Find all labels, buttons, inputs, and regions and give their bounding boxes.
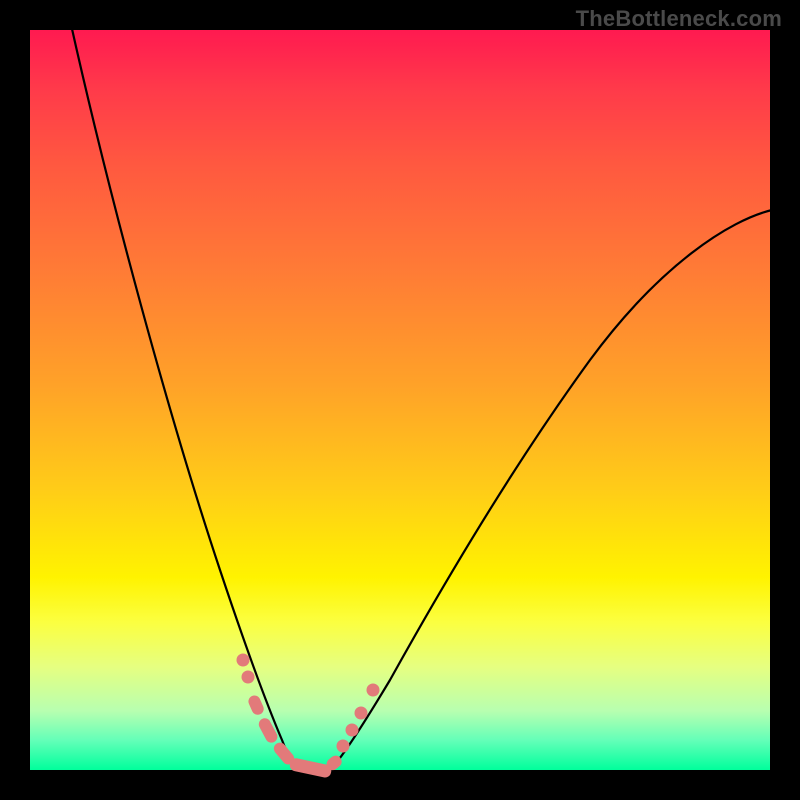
marker-dot — [355, 707, 368, 720]
marker-dot — [346, 724, 359, 737]
marker-dot — [337, 740, 350, 753]
left-curve — [70, 20, 298, 770]
plot-area — [30, 30, 770, 770]
marker-dot — [242, 671, 255, 684]
bottleneck-curves — [30, 30, 770, 770]
watermark-text: TheBottleneck.com — [576, 6, 782, 32]
marker-dot — [367, 684, 380, 697]
marker-dot — [237, 654, 250, 667]
right-curve — [330, 210, 772, 770]
chart-frame: TheBottleneck.com — [0, 0, 800, 800]
